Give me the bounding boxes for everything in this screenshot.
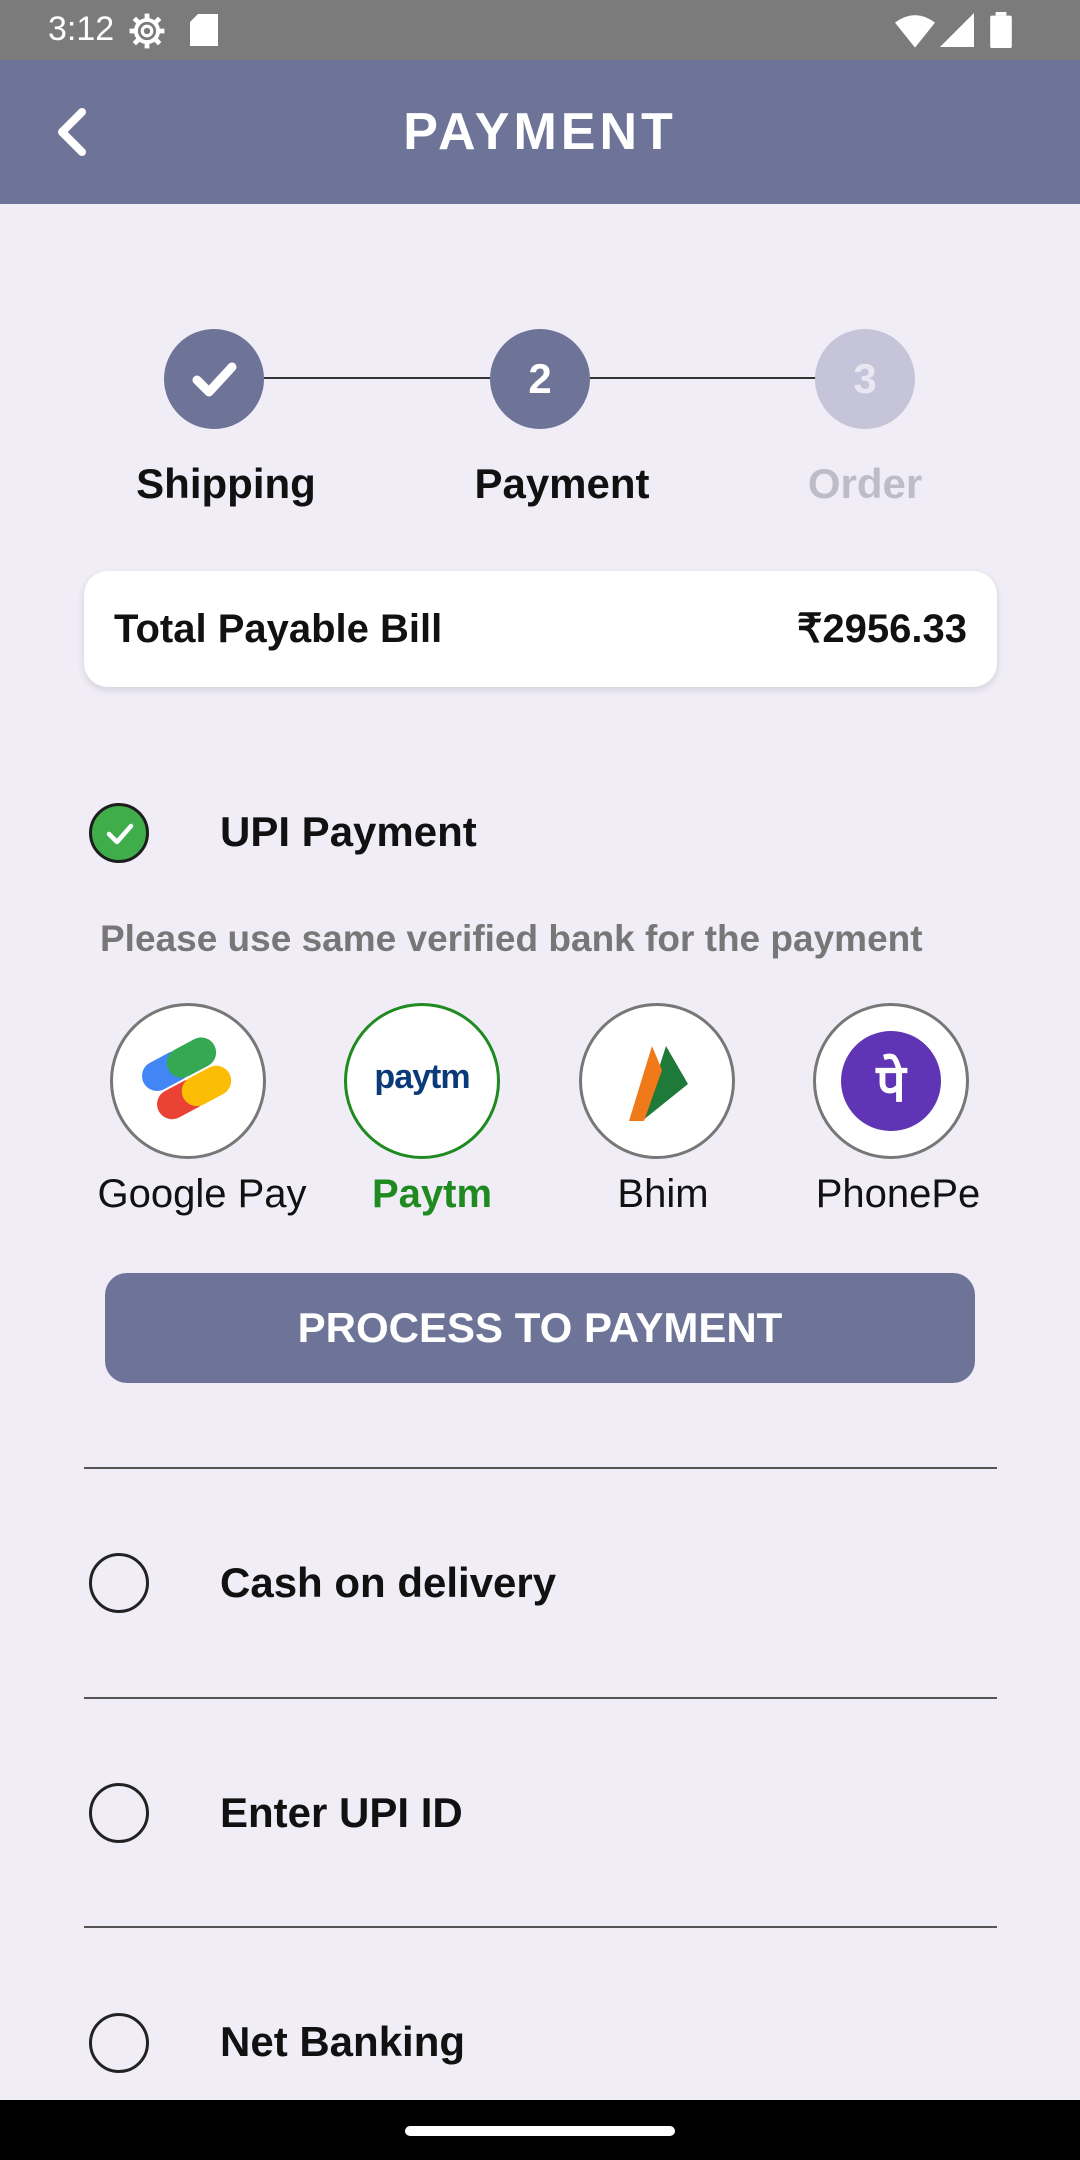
bhim-option[interactable] (579, 1003, 739, 1159)
step-payment-circle: 2 (490, 329, 590, 429)
settings-gear-icon (129, 13, 165, 49)
cash-on-delivery-label[interactable]: Cash on delivery (220, 1559, 556, 1607)
divider (84, 1467, 997, 1469)
phonepe-icon: पे (813, 1003, 969, 1159)
enter-upi-id-radio[interactable] (89, 1783, 149, 1843)
divider (84, 1926, 997, 1928)
checkmark-icon (106, 823, 134, 845)
enter-upi-id-label[interactable]: Enter UPI ID (220, 1789, 463, 1837)
wifi-icon (895, 15, 935, 48)
step-shipping-label: Shipping (136, 460, 316, 507)
cash-on-delivery-radio[interactable] (89, 1553, 149, 1613)
total-bill-card: Total Payable Bill ₹2956.33 (84, 571, 997, 687)
phonepe-option[interactable]: पे (813, 1003, 973, 1159)
checkmark-icon (192, 362, 237, 397)
google-pay-label[interactable]: Google Pay (82, 1172, 322, 1217)
phonepe-logo-text: पे (876, 1054, 906, 1114)
google-pay-option[interactable] (110, 1003, 270, 1159)
stepper-connector (590, 377, 816, 379)
phonepe-label[interactable]: PhonePe (778, 1172, 1018, 1217)
sd-card-icon (190, 14, 218, 46)
bill-amount: ₹2956.33 (796, 607, 967, 651)
app-bar: PAYMENT (0, 60, 1080, 204)
status-bar: 3:12 (0, 0, 1080, 60)
upi-hint-text: Please use same verified bank for the pa… (100, 918, 923, 959)
battery-icon (990, 12, 1012, 48)
home-gesture-handle[interactable] (405, 2126, 675, 2136)
step-order-circle: 3 (815, 329, 915, 429)
google-pay-icon (110, 1003, 266, 1159)
status-time: 3:12 (48, 10, 115, 48)
signal-icon (940, 13, 974, 47)
upi-payment-label[interactable]: UPI Payment (220, 808, 477, 856)
process-to-payment-button[interactable]: PROCESS TO PAYMENT (105, 1273, 975, 1383)
net-banking-radio[interactable] (89, 2013, 149, 2073)
paytm-logo-text: paytm (374, 1058, 470, 1096)
page-title: PAYMENT (403, 103, 677, 161)
paytm-icon: paytm (344, 1003, 500, 1159)
paytm-label[interactable]: Paytm (312, 1172, 552, 1217)
upi-payment-radio[interactable] (89, 803, 149, 863)
step-payment-label: Payment (474, 460, 650, 507)
bhim-icon (579, 1003, 735, 1159)
bill-label: Total Payable Bill (114, 607, 443, 651)
bhim-label[interactable]: Bhim (543, 1172, 783, 1217)
step-order-label: Order (807, 460, 923, 507)
net-banking-label[interactable]: Net Banking (220, 2018, 465, 2066)
divider (84, 1697, 997, 1699)
step-shipping-circle (164, 329, 264, 429)
stepper-connector (264, 377, 490, 379)
paytm-option[interactable]: paytm (344, 1003, 504, 1159)
